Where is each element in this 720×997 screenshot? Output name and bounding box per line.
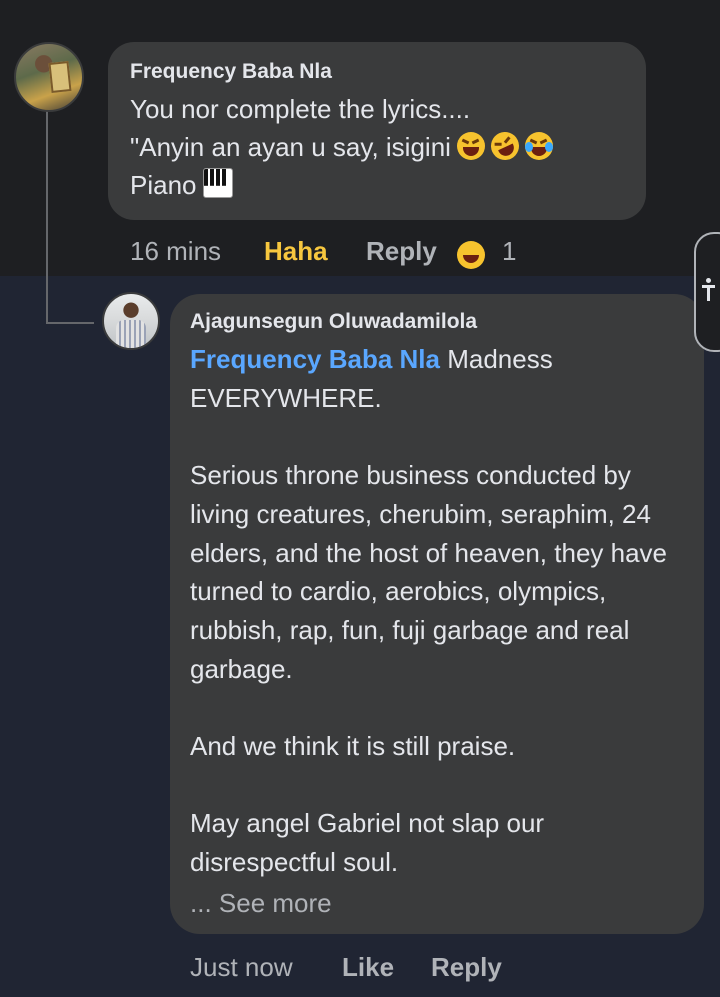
accessibility-button[interactable]	[694, 232, 720, 352]
avatar-photo-detail	[116, 320, 146, 348]
comment-paragraph: May angel Gabriel not slap our disrespec…	[190, 808, 545, 878]
comment-timestamp[interactable]: Just now	[190, 952, 293, 983]
haha-reaction-button[interactable]: Haha	[264, 236, 328, 267]
haha-reaction-icon[interactable]	[457, 241, 485, 269]
comment-text-line: "Anyin an ayan u say, isigini	[130, 127, 553, 166]
rofl-emoji-icon	[486, 127, 524, 165]
avatar[interactable]	[102, 292, 160, 350]
tears-of-joy-emoji-icon	[524, 132, 553, 160]
reply-button[interactable]: Reply	[366, 236, 437, 267]
comment-timestamp[interactable]: 16 mins	[130, 236, 221, 267]
comment-text: You nor complete the lyrics.... "Anyin a…	[130, 90, 553, 204]
avatar[interactable]	[14, 42, 84, 112]
mention-link[interactable]: Frequency Baba Nla	[190, 344, 440, 374]
comment-text-line: You nor complete the lyrics....	[130, 94, 471, 124]
comment-paragraph: Frequency Baba Nla Madness EVERYWHERE.	[190, 340, 690, 417]
comment-paragraph: And we think it is still praise.	[190, 731, 516, 761]
reaction-count[interactable]: 1	[502, 236, 516, 267]
comment-text-segment: "Anyin an ayan u say, isigini	[130, 132, 451, 162]
grinning-squinting-emoji-icon	[456, 132, 485, 160]
reply-button[interactable]: Reply	[431, 952, 502, 983]
comment-paragraph: Serious throne business conducted by liv…	[190, 460, 668, 684]
comment-author[interactable]: Ajagunsegun Oluwadamilola	[190, 310, 477, 334]
comment-text-segment: Piano	[130, 170, 197, 200]
like-button[interactable]: Like	[342, 952, 394, 983]
thread-connector	[46, 322, 94, 324]
thread-line	[46, 110, 48, 324]
comment-author[interactable]: Frequency Baba Nla	[130, 60, 332, 84]
piano-icon	[202, 168, 233, 198]
avatar-photo-detail	[48, 61, 72, 93]
accessibility-icon	[702, 278, 716, 302]
comment-text: Frequency Baba Nla Madness EVERYWHERE. S…	[190, 340, 690, 882]
comment-text-line: Piano	[130, 166, 553, 204]
see-more-link[interactable]: ... See more	[190, 888, 332, 919]
